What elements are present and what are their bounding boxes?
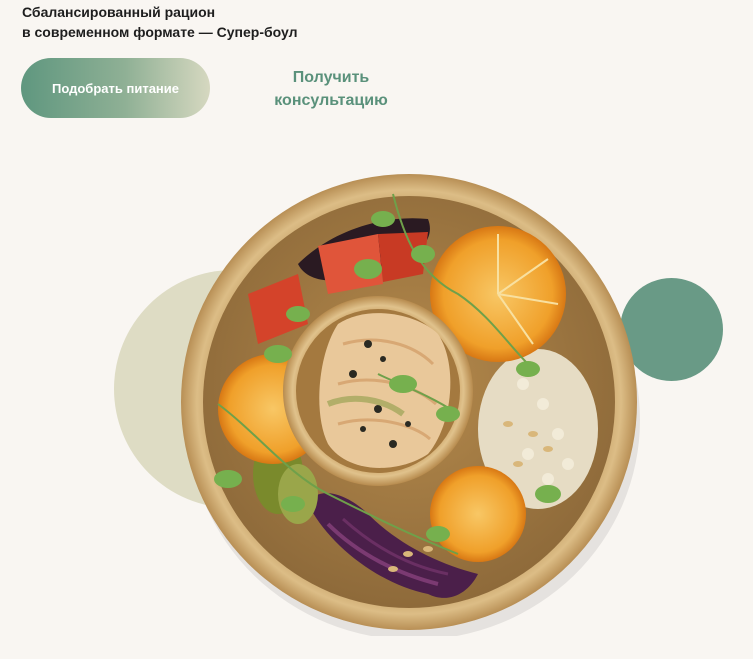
choose-nutrition-button[interactable]: Подобрать питание — [21, 58, 210, 118]
hero-subtitle-line-2: в современном формате — Супер-боул — [22, 24, 298, 40]
hero-section: Сбалансированный рацион в современном фо… — [0, 0, 753, 659]
get-consultation-link[interactable]: Получить консультацию — [256, 66, 406, 112]
super-bowl-image — [178, 174, 640, 636]
hero-subtitle: Сбалансированный рацион в современном фо… — [22, 2, 298, 42]
hero-subtitle-line-1: Сбалансированный рацион — [22, 4, 216, 20]
